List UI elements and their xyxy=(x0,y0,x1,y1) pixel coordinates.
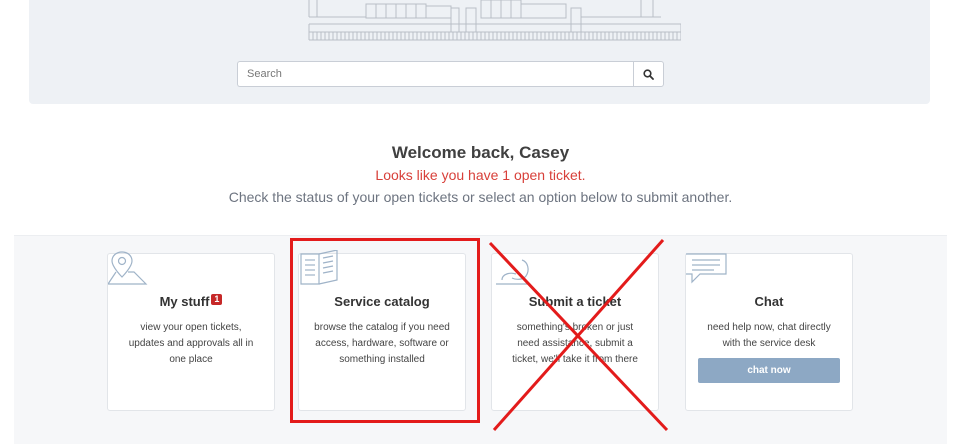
card-description: something's broken or just need assistan… xyxy=(512,322,638,365)
hero-banner xyxy=(29,0,930,104)
card-title-text: My stuff xyxy=(159,294,210,309)
chat-now-button[interactable]: chat now xyxy=(698,358,840,383)
book-icon xyxy=(300,250,338,285)
map-pin-icon xyxy=(108,251,148,285)
card-submit-ticket[interactable]: Submit a ticket something's broken or ju… xyxy=(491,253,659,411)
search-button[interactable] xyxy=(633,61,664,87)
search-bar xyxy=(237,61,664,87)
card-title: Service catalog xyxy=(334,294,430,309)
welcome-subtitle: Check the status of your open tickets or… xyxy=(228,189,733,205)
support-icon xyxy=(496,259,529,285)
card-title: Chat xyxy=(754,294,784,309)
card-chat[interactable]: Chat need help now, chat directly with t… xyxy=(685,253,853,411)
search-input[interactable] xyxy=(237,61,633,87)
building-illustration xyxy=(308,0,681,41)
welcome-title: Welcome back, Casey xyxy=(391,143,570,162)
card-description: need help now, chat directly with the se… xyxy=(707,322,831,349)
search-icon xyxy=(643,68,654,80)
card-service-catalog[interactable]: Service catalog browse the catalog if yo… xyxy=(298,250,466,411)
open-tickets-link[interactable]: Looks like you have 1 open ticket. xyxy=(0,167,961,183)
card-description: browse the catalog if you need access, h… xyxy=(314,322,450,365)
open-ticket-badge: 1 xyxy=(211,294,223,305)
card-description: view your open tickets, updates and appr… xyxy=(128,322,254,365)
chat-bubble-icon xyxy=(686,253,727,284)
card-title: Submit a ticket xyxy=(528,294,622,309)
card-my-stuff[interactable]: My stuff 1 view your open tickets, update… xyxy=(107,251,275,411)
card-title: My stuff 1 xyxy=(108,294,274,309)
